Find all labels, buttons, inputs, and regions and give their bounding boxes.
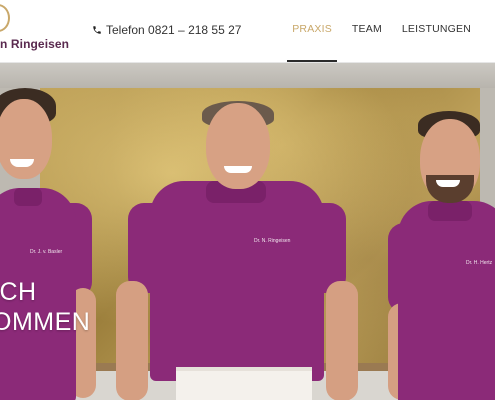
name-tag: Dr. N. Ringeisen bbox=[254, 238, 291, 244]
name-tag: Dr. H. Hertz bbox=[466, 260, 493, 266]
hero-headline: ICH OMMEN bbox=[0, 277, 90, 337]
hero-headline-line2: OMMEN bbox=[0, 308, 91, 336]
phone-number: Telefon 0821 – 218 55 27 bbox=[106, 23, 242, 37]
logo-text[interactable]: n Ringeisen bbox=[0, 37, 69, 51]
main-nav: PRAXIS TEAM LEISTUNGEN bbox=[282, 23, 481, 62]
name-tag: Dr. J. v. Basler bbox=[30, 249, 63, 255]
hero-image: Dr. J. v. Basler Dr. N. Ringeisen Dr. H.… bbox=[0, 63, 495, 400]
hero-headline-line1: ICH bbox=[0, 278, 37, 306]
nav-item-team[interactable]: TEAM bbox=[342, 23, 392, 62]
phone-link[interactable]: Telefon 0821 – 218 55 27 bbox=[92, 23, 241, 37]
wall-top bbox=[0, 63, 495, 88]
nav-item-praxis[interactable]: PRAXIS bbox=[282, 23, 342, 62]
phone-icon bbox=[93, 26, 101, 34]
nav-item-leistungen[interactable]: LEISTUNGEN bbox=[392, 23, 481, 62]
logo-icon[interactable] bbox=[0, 4, 10, 32]
site-header: n Ringeisen Telefon 0821 – 218 55 27 PRA… bbox=[0, 0, 495, 63]
